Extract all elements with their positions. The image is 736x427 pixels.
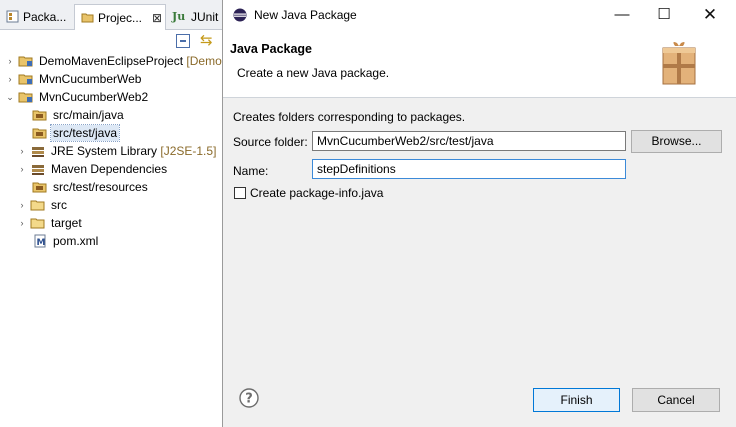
svg-text:M: M [37,238,46,248]
tree-item-selected[interactable]: src/test/java [30,124,121,142]
package-explorer-icon [6,10,19,23]
tab-label: JUnit [191,9,219,24]
maximize-button[interactable]: ☐ [649,5,679,25]
project-icon [18,74,33,85]
cancel-button[interactable]: Cancel [632,388,720,412]
tree-item[interactable]: src/main/java [30,106,126,124]
wizard-footer: ? Finish Cancel [223,368,736,427]
tree-item-label: src/test/resources [53,180,148,194]
new-java-package-dialog: New Java Package — ☐ ✕ Java Package Crea… [222,0,736,427]
project-icon [18,56,33,67]
source-folder-label: Source folder: [233,135,308,149]
wizard-description: Create a new Java package. [237,66,390,80]
maven-pom-icon: M [34,234,46,248]
tree-item[interactable]: M pom.xml [30,232,100,250]
dialog-titlebar: New Java Package — ☐ ✕ [223,0,736,30]
tree-item-label: src [51,198,67,212]
project-explorer-icon [81,13,94,23]
tree-item-label: DemoMavenEclipseProject [Demo [39,54,222,68]
expand-arrow-icon[interactable]: › [4,74,16,84]
help-icon[interactable]: ? [239,388,259,408]
close-icon[interactable]: ⊠ [152,11,162,25]
collapse-all-icon[interactable] [176,34,190,48]
source-folder-icon [32,128,47,139]
project-icon [18,92,33,103]
tab-label: Projec... [98,10,143,25]
create-package-info-label[interactable]: Create package-info.java [250,186,383,200]
view-tab-bar: Packa... Projec... ⊠ Ju JUnit [0,0,224,30]
wizard-heading: Java Package [230,42,313,56]
tab-junit[interactable]: Ju JUnit [166,4,226,29]
expand-arrow-icon[interactable]: › [16,200,28,210]
tree-item-label: Maven Dependencies [51,162,168,176]
wizard-banner: Java Package Create a new Java package. [223,30,736,98]
project-explorer-view: Packa... Projec... ⊠ Ju JUnit ⇆ › DemoMa… [0,0,224,427]
folder-icon [30,200,45,211]
tree-item-label: pom.xml [53,234,99,248]
tree-item-label: MvnCucumberWeb2 [39,90,149,104]
tree-item[interactable]: › target [16,214,84,232]
minimize-button[interactable]: — [607,5,637,25]
junit-icon: Ju [172,10,186,23]
link-with-editor-icon[interactable]: ⇆ [200,33,214,48]
source-folder-input[interactable]: MvnCucumberWeb2/src/test/java [312,131,626,151]
finish-button[interactable]: Finish [533,388,620,412]
tab-package-explorer[interactable]: Packa... [0,4,74,29]
collapse-arrow-icon[interactable]: ⌄ [4,92,16,103]
tree-item-label: MvnCucumberWeb [39,72,142,86]
browse-button[interactable]: Browse... [631,130,722,153]
tree-item[interactable]: › DemoMavenEclipseProject [Demo [4,52,224,70]
dialog-title: New Java Package [254,8,357,22]
tab-label: Packa... [23,9,67,24]
expand-arrow-icon[interactable]: › [16,146,28,156]
library-icon [32,147,44,157]
tree-item[interactable]: src/test/resources [30,178,150,196]
library-icon [32,165,44,175]
tree-item[interactable]: › Maven Dependencies [16,160,169,178]
folder-icon [30,218,45,229]
tab-project-explorer[interactable]: Projec... ⊠ [74,4,166,30]
close-button[interactable]: ✕ [695,5,725,25]
create-package-info-checkbox[interactable] [234,187,246,199]
expand-arrow-icon[interactable]: › [16,218,28,228]
tree-item-label: src/test/java [49,124,121,142]
expand-arrow-icon[interactable]: › [4,56,16,66]
tree-item[interactable]: › MvnCucumberWeb [4,70,143,88]
eclipse-icon [233,8,247,22]
name-label: Name: [233,164,269,178]
source-folder-icon [32,182,47,193]
tree-item[interactable]: › JRE System Library [J2SE-1.5] [16,142,218,160]
package-icon [662,42,696,85]
view-toolbar: ⇆ [176,33,214,48]
wizard-body: Creates folders corresponding to package… [223,98,736,368]
tree-item[interactable]: › src [16,196,69,214]
tree-item-label: JRE System Library [J2SE-1.5] [51,144,217,158]
info-text: Creates folders corresponding to package… [233,110,466,124]
tree-item-label: src/main/java [53,108,124,122]
svg-text:?: ? [245,392,253,407]
expand-arrow-icon[interactable]: › [16,164,28,174]
source-folder-icon [32,110,47,121]
package-name-input[interactable]: stepDefinitions [312,159,626,179]
tree-item-label: target [51,216,82,230]
tree-item[interactable]: ⌄ MvnCucumberWeb2 [4,88,150,106]
